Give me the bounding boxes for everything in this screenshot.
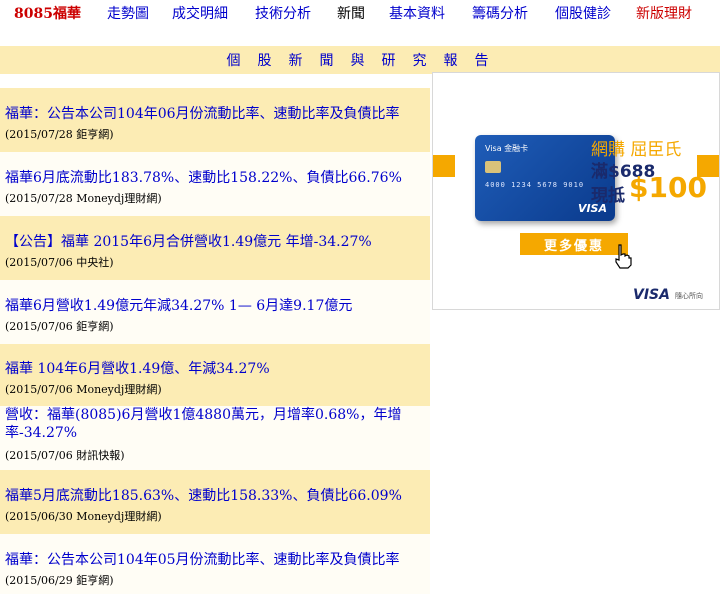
news-title-link[interactable]: 福華 104年6月營收1.49億、年減34.27% bbox=[5, 360, 430, 378]
visa-slogan: 隨心所向 bbox=[675, 292, 703, 300]
nav-news[interactable]: 新聞 bbox=[337, 3, 365, 23]
news-item: 福華：公告本公司104年05月份流動比率、速動比率及負債比率 (2015/06/… bbox=[0, 534, 430, 594]
visa-ad-banner[interactable]: Visa 金融卡 4000 1234 5678 9010 VISA 網購 屈臣氏… bbox=[432, 72, 720, 310]
news-title-link[interactable]: 福華6月營收1.49億元年減34.27% 1— 6月達9.17億元 bbox=[5, 297, 430, 315]
promo-line3-label: 現抵 bbox=[591, 186, 625, 206]
nav-stock-title[interactable]: 8085福華 bbox=[14, 3, 81, 23]
nav-basic-info[interactable]: 基本資料 bbox=[389, 3, 445, 23]
more-offers-label: 更多優惠 bbox=[543, 238, 604, 254]
promo-line3-amount: $100 bbox=[629, 171, 707, 204]
news-item: 【公告】福華 2015年6月合併營收1.49億元 年增-34.27% (2015… bbox=[0, 216, 430, 280]
news-meta: (2015/07/28 鉅亨網) bbox=[5, 128, 114, 141]
nav-trend-chart[interactable]: 走勢圖 bbox=[107, 3, 149, 23]
section-title: 個股新聞與研究報告 bbox=[226, 53, 506, 69]
news-meta: (2015/06/29 鉅亨網) bbox=[5, 574, 114, 587]
card-chip-icon bbox=[485, 161, 501, 173]
news-item: 福華6月底流動比183.78%、速動比158.22%、負債比66.76% (20… bbox=[0, 152, 430, 216]
ad-accent-stripe-left bbox=[433, 155, 455, 177]
card-title: Visa 金融卡 bbox=[485, 144, 529, 153]
nav-technical-analysis[interactable]: 技術分析 bbox=[255, 3, 311, 23]
news-title-link[interactable]: 福華6月底流動比183.78%、速動比158.22%、負債比66.76% bbox=[5, 169, 430, 187]
nav-trade-detail[interactable]: 成交明細 bbox=[172, 3, 228, 23]
news-meta: (2015/07/06 中央社) bbox=[5, 256, 114, 269]
news-meta: (2015/07/28 Moneydj理財網) bbox=[5, 192, 162, 205]
news-title-link[interactable]: 【公告】福華 2015年6月合併營收1.49億元 年增-34.27% bbox=[5, 233, 430, 251]
nav-stock-checkup[interactable]: 個股健診 bbox=[555, 3, 611, 23]
news-title-link[interactable]: 福華：公告本公司104年05月份流動比率、速動比率及負債比率 bbox=[5, 551, 430, 569]
more-offers-button[interactable]: 更多優惠 bbox=[520, 233, 628, 255]
news-meta: (2015/06/30 Moneydj理財網) bbox=[5, 510, 162, 523]
news-meta: (2015/07/06 財訊快報) bbox=[5, 449, 125, 462]
news-meta: (2015/07/06 鉅亨網) bbox=[5, 320, 114, 333]
section-header: 個股新聞與研究報告 bbox=[0, 46, 720, 74]
news-title-link[interactable]: 福華5月底流動比185.63%、速動比158.33%、負債比66.09% bbox=[5, 487, 430, 505]
news-item: 營收：福華(8085)6月營收1億4880萬元，月增率0.68%，年增率-34.… bbox=[0, 406, 430, 470]
nav-chip-analysis[interactable]: 籌碼分析 bbox=[472, 3, 528, 23]
hand-pointer-icon bbox=[615, 244, 632, 269]
card-number: 4000 1234 5678 9010 bbox=[485, 181, 585, 189]
news-item: 福華5月底流動比185.63%、速動比158.33%、負債比66.09% (20… bbox=[0, 470, 430, 534]
top-nav: 8085福華 走勢圖 成交明細 技術分析 新聞 基本資料 籌碼分析 個股健診 新… bbox=[0, 0, 720, 26]
news-item: 福華 104年6月營收1.49億、年減34.27% (2015/07/06 Mo… bbox=[0, 344, 430, 406]
news-title-link[interactable]: 營收：福華(8085)6月營收1億4880萬元，月增率0.68%，年增率-34.… bbox=[5, 406, 430, 442]
visa-logo: VISA bbox=[633, 287, 670, 303]
nav-new-finance[interactable]: 新版理財 bbox=[636, 3, 692, 23]
spacer bbox=[0, 26, 720, 46]
news-item: 福華：公告本公司104年06月份流動比率、速動比率及負債比率 (2015/07/… bbox=[0, 88, 430, 152]
news-title-link[interactable]: 福華：公告本公司104年06月份流動比率、速動比率及負債比率 bbox=[5, 105, 430, 123]
news-meta: (2015/07/06 Moneydj理財網) bbox=[5, 383, 162, 396]
news-item: 福華6月營收1.49億元年減34.27% 1— 6月達9.17億元 (2015/… bbox=[0, 280, 430, 344]
